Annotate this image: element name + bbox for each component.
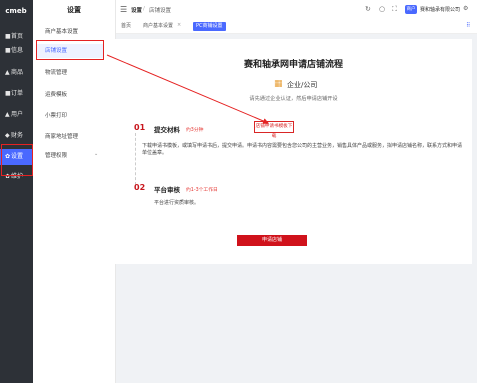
orders-icon: ■ bbox=[5, 90, 11, 97]
breadcrumb-separator: / bbox=[143, 6, 145, 12]
search-icon[interactable]: ○ bbox=[379, 5, 385, 13]
info-icon: ■ bbox=[5, 47, 11, 54]
company-name[interactable]: 赛和轴承有限公司 bbox=[420, 6, 460, 13]
apply-store-button[interactable]: 申请店铺 bbox=[237, 235, 307, 246]
step-connector bbox=[135, 133, 136, 185]
step-2-number: 02 bbox=[134, 183, 146, 192]
subnav-item-permissions[interactable]: 管理权限 bbox=[45, 151, 67, 161]
subnav-item-basic[interactable]: 商户基本设置 bbox=[45, 27, 78, 37]
finance-icon: ◆ bbox=[5, 132, 10, 139]
fullscreen-icon[interactable]: ⛶ bbox=[392, 5, 397, 14]
grid-icon[interactable]: ⠿ bbox=[466, 22, 470, 29]
tab-basic-settings[interactable]: 商户基本设置 bbox=[140, 22, 176, 31]
download-template-button[interactable]: 店铺申请书模板下载 bbox=[254, 121, 294, 139]
step-1-number: 01 bbox=[134, 123, 146, 132]
chevron-down-icon[interactable]: ⌄ bbox=[94, 151, 98, 157]
step-2-description: 平台进行资质审核。 bbox=[154, 200, 200, 206]
app-logo: cmeb bbox=[5, 7, 27, 15]
settings-gear-icon[interactable]: ⚙ bbox=[463, 5, 468, 12]
step-1-title: 提交材料 bbox=[154, 126, 180, 134]
tab-home[interactable]: 首页 bbox=[118, 22, 134, 31]
highlight-settings-box bbox=[1, 144, 33, 176]
refresh-icon[interactable]: ↻ bbox=[365, 5, 371, 13]
highlight-store-box bbox=[36, 40, 104, 60]
subnav-item-freight[interactable]: 运费模板 bbox=[45, 90, 67, 100]
entity-type-label: 企业/公司 bbox=[287, 81, 318, 89]
home-icon: ■ bbox=[5, 33, 11, 40]
subnav-item-receipt[interactable]: 小票打印 bbox=[45, 111, 67, 121]
tab-pc-store[interactable]: PC商铺设置 bbox=[193, 22, 226, 31]
role-badge: 商户 bbox=[405, 5, 417, 14]
building-icon: ▦ bbox=[274, 79, 283, 89]
step-2-title: 平台审核 bbox=[154, 186, 180, 194]
sidebar-item-info[interactable]: ■信息 bbox=[0, 44, 33, 58]
sidebar-item-products[interactable]: ▲商品 bbox=[0, 66, 33, 80]
subnav-item-address[interactable]: 商家地址管理 bbox=[45, 132, 78, 142]
breadcrumb-root[interactable]: 设置 bbox=[131, 6, 142, 14]
tab-close-icon[interactable]: × bbox=[228, 22, 232, 28]
sidebar-item-home[interactable]: ■首页 bbox=[0, 30, 33, 44]
page-subtitle: 请先通过企业认证，然后申请店铺开设 bbox=[249, 96, 338, 102]
sidebar-item-orders[interactable]: ■订单 bbox=[0, 87, 33, 101]
sidebar-item-finance[interactable]: ◆财务 bbox=[0, 129, 33, 143]
tab-close-icon[interactable]: × bbox=[177, 22, 181, 28]
user-icon: ▲ bbox=[5, 111, 10, 118]
sidebar-item-users[interactable]: ▲用户 bbox=[0, 108, 33, 122]
step-1-description: 下载申请书模板，或填写申请书后，提交申请。申请书内容需要包含您公司的主营业务，销… bbox=[142, 143, 463, 156]
step-2-hint: 约1-3个工作日 bbox=[186, 188, 218, 193]
page-title: 赛和轴承网申请店铺流程 bbox=[243, 60, 343, 70]
step-1-hint: 约3分钟 bbox=[186, 128, 204, 133]
subnav-item-logistics[interactable]: 物流管理 bbox=[45, 68, 67, 78]
breadcrumb-current: 店铺设置 bbox=[149, 8, 172, 14]
subnav-title: 设置 bbox=[67, 6, 81, 14]
products-icon: ▲ bbox=[5, 69, 10, 76]
menu-toggle-icon[interactable]: ☰ bbox=[120, 5, 127, 14]
